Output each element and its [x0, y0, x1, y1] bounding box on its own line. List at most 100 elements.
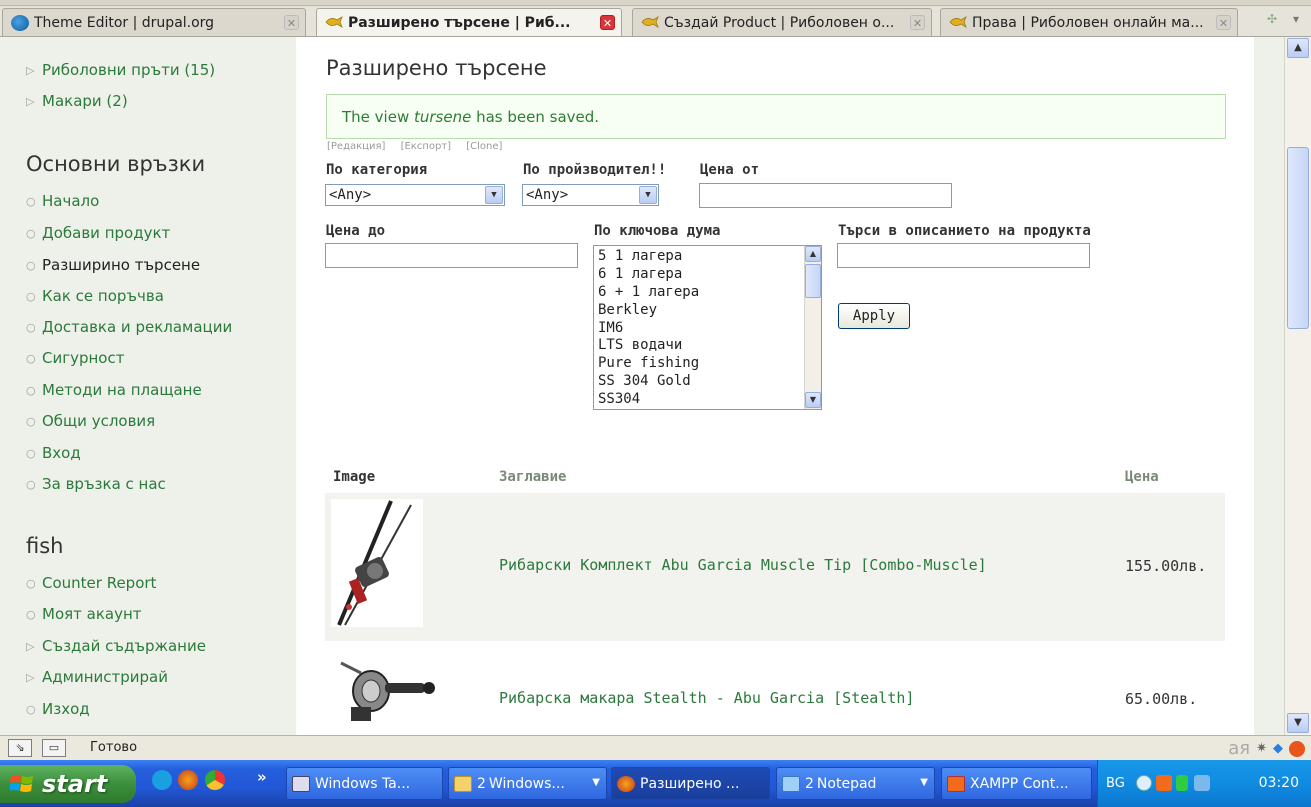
sidebar-item-login[interactable]: ○ Вход [26, 444, 81, 462]
status-message: The view tursene has been saved. [342, 108, 599, 126]
product-title-link[interactable]: Рибарски Комплект Abu Garcia Muscle Tip … [499, 556, 987, 574]
category-select[interactable]: <Any> ▼ [325, 184, 505, 206]
task-windows-task-manager[interactable]: Windows Ta... [286, 767, 443, 800]
tray-monitor-icon[interactable] [1176, 775, 1188, 791]
list-option[interactable]: Berkley [598, 302, 657, 318]
listbox-scrollbar[interactable]: ▲ ▼ [804, 246, 821, 409]
close-tab-icon[interactable]: ✕ [600, 15, 615, 30]
scroll-up-icon[interactable]: ▲ [1287, 38, 1309, 58]
list-option[interactable]: SS 304 Gold [598, 373, 691, 389]
circle-bullet-icon: ○ [26, 576, 36, 590]
connection-icon[interactable]: ⇘ [8, 739, 32, 757]
tab-theme-editor[interactable]: Theme Editor | drupal.org ✕ [2, 8, 306, 36]
tab-advanced-search[interactable]: Разширено търсене | Риб... ✕ [316, 8, 622, 36]
sidebar-item-reels[interactable]: ▷ Макари (2) [26, 92, 128, 110]
list-option[interactable]: 5 1 лагера [598, 248, 682, 264]
start-button[interactable]: start [0, 765, 136, 803]
list-option[interactable]: IM6 [598, 320, 623, 336]
page-info-icon[interactable]: ▭ [42, 739, 66, 757]
task-windows-explorer-group[interactable]: 2 Windows... ▼ [448, 767, 607, 800]
language-indicator[interactable]: BG [1106, 776, 1125, 791]
tab-permissions[interactable]: Права | Риболовен онлайн ма... ✕ [940, 8, 1238, 36]
status-text: The view [342, 108, 414, 126]
task-notepad-group[interactable]: 2 Notepad ▼ [776, 767, 935, 800]
view-name: tursene [413, 108, 472, 126]
fishing-rod-icon [337, 500, 412, 626]
sidebar-item-my-account[interactable]: ○ Моят акаунт [26, 605, 142, 623]
sidebar-item-advanced-search[interactable]: ○ Разширино търсене [26, 256, 200, 274]
sidebar-item-how-to-order[interactable]: ○ Как се поръчва [26, 287, 164, 305]
column-header-price[interactable]: Цена [1125, 469, 1159, 485]
quick-launch-chrome-icon[interactable] [205, 770, 225, 790]
task-xampp-control[interactable]: XAMPP Cont... [941, 767, 1092, 800]
addon-diamond-icon[interactable]: ◆ [1273, 741, 1283, 756]
sidebar-item-fishing-rods[interactable]: ▷ Риболовни пръти (15) [26, 61, 215, 79]
circle-bullet-icon: ○ [26, 477, 36, 491]
start-label: start [42, 770, 108, 798]
sidebar-item-counter-report[interactable]: ○ Counter Report [26, 574, 156, 592]
description-search-input[interactable] [837, 243, 1090, 268]
view-admin-links: [Редакция] [Експорт] [Clone] [327, 141, 514, 152]
taskbar-clock[interactable]: 03:20 [1259, 775, 1299, 791]
tab-create-product[interactable]: Създай Product | Риболовен о... ✕ [632, 8, 932, 36]
chevron-down-icon: ▼ [639, 186, 657, 204]
circle-bullet-icon: ○ [26, 351, 36, 365]
list-option[interactable]: Pure fishing [598, 355, 699, 371]
sidebar-item-label: Администрирай [42, 668, 168, 686]
close-tab-icon[interactable]: ✕ [284, 15, 299, 30]
sidebar-item-home[interactable]: ○ Начало [26, 192, 99, 210]
export-view-link[interactable]: [Експорт] [401, 141, 452, 152]
sidebar-item-create-content[interactable]: ▷ Създай съдържание [26, 637, 206, 655]
circle-bullet-icon: ○ [26, 446, 36, 460]
sidebar-item-delivery[interactable]: ○ Доставка и рекламации [26, 318, 232, 336]
sidebar-item-terms[interactable]: ○ Общи условия [26, 412, 155, 430]
price-from-input[interactable] [699, 183, 952, 208]
tray-expand-icon[interactable] [1136, 775, 1152, 791]
sidebar-item-payment-methods[interactable]: ○ Методи на плащане [26, 381, 202, 399]
clone-view-link[interactable]: [Clone] [466, 141, 502, 152]
product-image[interactable] [331, 499, 423, 627]
sidebar-item-contact[interactable]: ○ За връзка с нас [26, 475, 166, 493]
quick-launch-more-icon[interactable]: » [257, 768, 267, 786]
sidebar-item-label: Разширино търсене [42, 256, 201, 274]
price-to-input[interactable] [325, 243, 578, 268]
list-option[interactable]: 6 + 1 лагера [598, 284, 699, 300]
close-tab-icon[interactable]: ✕ [1216, 15, 1231, 30]
price-to-label: Цена до [326, 223, 386, 239]
new-tab-icon[interactable]: ✣ [1263, 12, 1281, 32]
column-header-image: Image [333, 469, 376, 485]
sidebar-item-label: Риболовни пръти (15) [42, 61, 216, 79]
list-option[interactable]: SS304 [598, 391, 640, 407]
quick-launch-firefox-icon[interactable] [178, 770, 198, 790]
addon-bug-icon[interactable]: ✷ [1256, 741, 1267, 756]
ime-indicator[interactable]: aя [1228, 738, 1250, 759]
sidebar-item-logout[interactable]: ○ Изход [26, 700, 90, 718]
sidebar-item-security[interactable]: ○ Сигурност [26, 349, 124, 367]
list-all-tabs-icon[interactable]: ▾ [1289, 12, 1303, 32]
scroll-thumb[interactable] [805, 264, 821, 298]
tray-network-icon[interactable] [1194, 775, 1210, 791]
task-firefox-advanced-search[interactable]: Разширено ... [611, 767, 770, 800]
column-header-title[interactable]: Заглавие [499, 469, 566, 485]
product-image[interactable] [331, 655, 443, 725]
manufacturer-select[interactable]: <Any> ▼ [522, 184, 659, 206]
product-title-link[interactable]: Рибарска макара Stealth - Abu Garcia [St… [499, 689, 914, 707]
page-scrollbar[interactable]: ▲ ▼ [1284, 37, 1311, 735]
close-tab-icon[interactable]: ✕ [910, 15, 925, 30]
tray-xampp-icon[interactable] [1156, 775, 1172, 791]
scroll-up-icon[interactable]: ▲ [805, 246, 821, 262]
quick-launch-skype-icon[interactable] [152, 770, 172, 790]
edit-view-link[interactable]: [Редакция] [327, 141, 385, 152]
keyword-listbox[interactable]: 5 1 лагера 6 1 лагера 6 + 1 лагера Berkl… [593, 245, 822, 410]
sidebar-item-add-product[interactable]: ○ Добави продукт [26, 224, 170, 242]
addon-warning-icon[interactable] [1289, 740, 1305, 757]
page-scroll-thumb[interactable] [1287, 147, 1309, 329]
tab-label: Права | Риболовен онлайн ма... [972, 14, 1204, 31]
sidebar-item-administer[interactable]: ▷ Администрирай [26, 668, 168, 686]
scroll-down-icon[interactable]: ▼ [1287, 713, 1309, 733]
fish-icon [641, 15, 659, 31]
list-option[interactable]: 6 1 лагера [598, 266, 682, 282]
apply-button[interactable]: Apply [838, 303, 910, 329]
scroll-down-icon[interactable]: ▼ [805, 392, 821, 408]
list-option[interactable]: LTS водачи [598, 337, 682, 353]
